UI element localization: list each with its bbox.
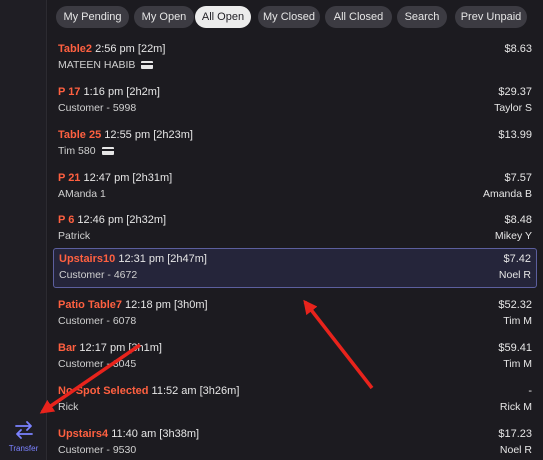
- check-amount: $8.48: [504, 214, 532, 226]
- check-customer-line: Customer - 4672: [59, 269, 137, 281]
- checks-panel: My Pending My Open All Open My Closed Al…: [48, 0, 543, 460]
- check-header: Bar 12:17 pm [3h1m]: [58, 342, 162, 354]
- transfer-button[interactable]: Transfer: [0, 416, 47, 460]
- check-header: P 6 12:46 pm [2h32m]: [58, 214, 166, 226]
- check-location: No Spot Selected: [58, 385, 149, 397]
- check-row[interactable]: Table2 2:56 pm [22m] MATEEN HABIB $8.63: [53, 39, 537, 79]
- check-location: Bar: [58, 342, 77, 354]
- check-row[interactable]: P 6 12:46 pm [2h32m] Patrick $8.48 Mikey Y: [53, 210, 537, 250]
- check-amount: -: [528, 385, 532, 397]
- check-customer-line: Customer - 3045: [58, 358, 136, 370]
- check-location: Upstairs10: [59, 253, 116, 265]
- check-customer: Tim 580: [58, 145, 96, 157]
- check-customer: Customer - 9530: [58, 444, 137, 456]
- tab-my-pending[interactable]: My Pending: [56, 6, 129, 28]
- check-server: Rick M: [499, 401, 532, 413]
- check-location: P 6: [58, 214, 75, 226]
- check-customer-line: Customer - 5998: [58, 102, 136, 114]
- sidebar: Transfer: [0, 0, 47, 460]
- check-row[interactable]: Patio Table7 12:18 pm [3h0m] Customer - 6…: [53, 295, 537, 335]
- check-server: Taylor S: [494, 102, 532, 114]
- check-location: Table2: [58, 43, 93, 55]
- check-customer: Customer - 3045: [58, 358, 137, 370]
- credit-card-icon: [101, 147, 114, 155]
- check-row[interactable]: P 17 1:16 pm [2h2m] Customer - 5998 $29.37…: [53, 82, 537, 122]
- check-time: 2:56 pm [22m]: [92, 43, 166, 55]
- check-amount: $17.23: [498, 428, 532, 440]
- check-time: 12:17 pm [3h1m]: [76, 342, 162, 354]
- check-customer-line: Customer - 9530: [58, 444, 136, 456]
- check-amount: $7.42: [503, 253, 531, 265]
- check-time: 11:40 am [3h38m]: [108, 428, 200, 440]
- tab-prev-unpaid[interactable]: Prev Unpaid: [455, 6, 527, 28]
- check-amount: $7.57: [504, 172, 532, 184]
- check-row[interactable]: P 21 12:47 pm [2h31m] AManda 1 $7.57 Amanda…: [53, 168, 537, 208]
- check-header: Patio Table7 12:18 pm [3h0m]: [58, 299, 208, 311]
- check-customer-line: Rick: [58, 401, 78, 413]
- tab-my-open[interactable]: My Open: [134, 6, 194, 28]
- check-location: Upstairs4: [58, 428, 109, 440]
- check-server: Noel R: [499, 444, 532, 456]
- check-amount: $8.63: [504, 43, 532, 55]
- check-time: 12:18 pm [3h0m]: [121, 299, 208, 311]
- check-server: Mikey Y: [494, 230, 532, 242]
- tab-all-open[interactable]: All Open: [195, 6, 251, 28]
- check-customer-line: Patrick: [58, 230, 90, 242]
- check-customer-line: AManda 1: [58, 188, 106, 200]
- check-header: P 21 12:47 pm [2h31m]: [58, 172, 172, 184]
- check-server: Amanda B: [482, 188, 532, 200]
- check-header: Table2 2:56 pm [22m]: [58, 43, 165, 55]
- check-location: Table 25: [58, 129, 102, 141]
- check-row[interactable]: Bar 12:17 pm [3h1m] Customer - 3045 $59.41…: [53, 338, 537, 378]
- check-amount: $52.32: [498, 299, 532, 311]
- check-customer-line: Customer - 6078: [58, 315, 136, 327]
- check-location: P 21: [58, 172, 81, 184]
- check-customer: Customer - 6078: [58, 315, 137, 327]
- check-customer-line: MATEEN HABIB: [58, 59, 154, 71]
- check-customer: Patrick: [58, 230, 91, 242]
- check-server: Noel R: [498, 269, 531, 281]
- tab-my-closed[interactable]: My Closed: [258, 6, 320, 28]
- transfer-label: Transfer: [8, 444, 39, 453]
- check-time: 11:52 am [3h26m]: [148, 385, 240, 397]
- check-customer: Rick: [58, 401, 79, 413]
- check-time: 12:46 pm [2h32m]: [74, 214, 167, 226]
- check-header: Upstairs10 12:31 pm [2h47m]: [59, 253, 207, 265]
- transfer-arrows-icon: [14, 421, 33, 439]
- check-amount: $29.37: [498, 86, 532, 98]
- check-amount: $13.99: [498, 129, 532, 141]
- check-time: 12:47 pm [2h31m]: [80, 172, 173, 184]
- check-header: Upstairs4 11:40 am [3h38m]: [58, 428, 199, 440]
- check-customer: AManda 1: [58, 188, 106, 200]
- credit-card-icon: [141, 61, 154, 69]
- check-row[interactable]: Upstairs10 12:31 pm [2h47m] Customer - 46…: [53, 248, 537, 288]
- check-server: Tim M: [503, 358, 532, 370]
- tab-all-closed[interactable]: All Closed: [325, 6, 392, 28]
- check-row[interactable]: Upstairs4 11:40 am [3h38m] Customer - 953…: [53, 424, 537, 460]
- check-header: Table 25 12:55 pm [2h23m]: [58, 129, 193, 141]
- check-server: Tim M: [503, 315, 532, 327]
- check-time: 1:16 pm [2h2m]: [80, 86, 160, 98]
- check-customer-line: Tim 580: [58, 145, 114, 157]
- filter-tabs: My Pending My Open All Open My Closed Al…: [48, 6, 543, 28]
- check-customer: Customer - 5998: [58, 102, 137, 114]
- check-row[interactable]: No Spot Selected 11:52 am [3h26m] Rick - Ri…: [53, 381, 537, 421]
- check-customer: Customer - 4672: [59, 269, 138, 281]
- check-header: No Spot Selected 11:52 am [3h26m]: [58, 385, 239, 397]
- check-location: Patio Table7: [58, 299, 122, 311]
- check-header: P 17 1:16 pm [2h2m]: [58, 86, 160, 98]
- check-location: P 17: [58, 86, 81, 98]
- check-time: 12:55 pm [2h23m]: [101, 129, 193, 141]
- check-time: 12:31 pm [2h47m]: [115, 253, 207, 265]
- check-row[interactable]: Table 25 12:55 pm [2h23m] Tim 580 $13.99: [53, 125, 537, 165]
- check-amount: $59.41: [498, 342, 532, 354]
- check-customer: MATEEN HABIB: [58, 59, 136, 71]
- tab-search[interactable]: Search: [397, 6, 447, 28]
